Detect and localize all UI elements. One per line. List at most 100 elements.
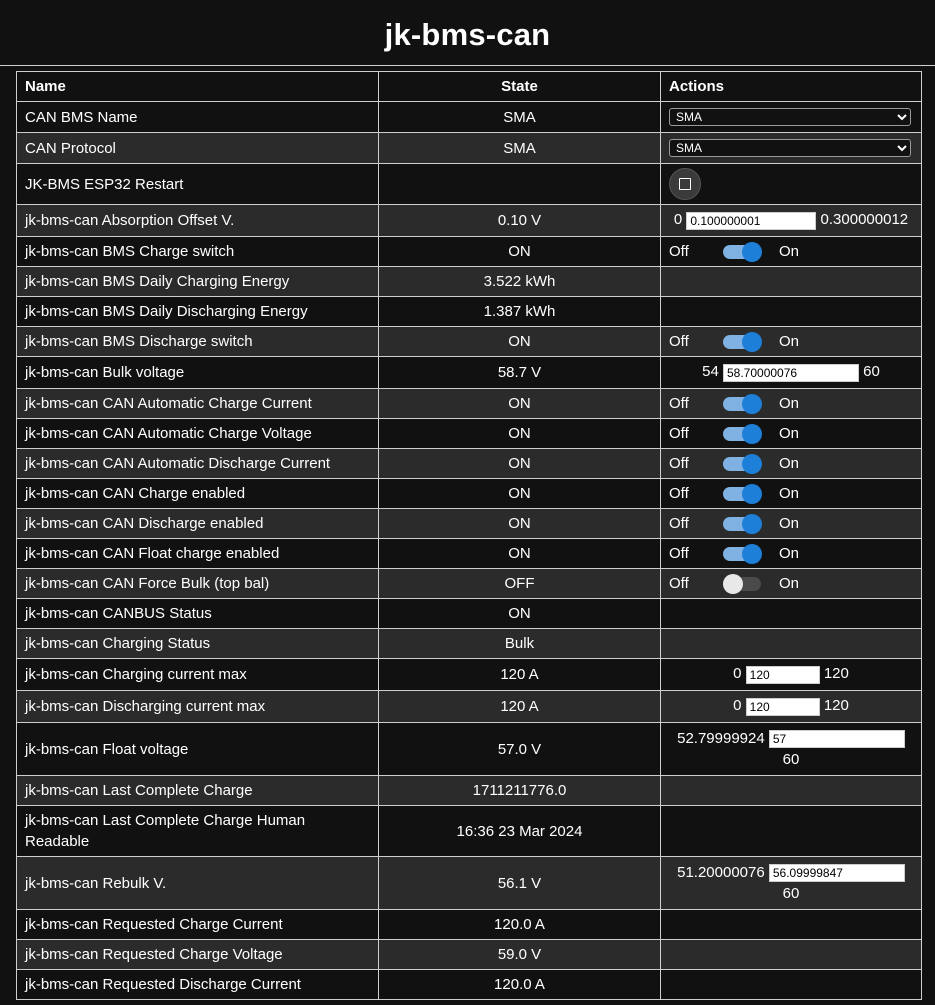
row-actions: Off On [660,508,922,539]
table-row: jk-bms-can CAN Discharge enabled ON Off O… [16,508,922,539]
switch-on-label: On [779,455,800,472]
row-name: jk-bms-can BMS Daily Charging Energy [16,266,379,297]
switch-on-label: On [779,485,800,502]
column-header-state: State [378,71,661,102]
table-row: jk-bms-can Discharging current max 120 A… [16,690,922,723]
row-state: ON [378,418,661,449]
row-state: 59.0 V [378,939,661,970]
row-state: ON [378,448,661,479]
table-row: CAN BMS Name SMA SMA [16,101,922,133]
row-name: jk-bms-can CANBUS Status [16,598,379,629]
row-state: 16:36 23 Mar 2024 [378,805,661,857]
row-actions [660,909,922,940]
row-state: Bulk [378,628,661,659]
row-actions: Off On [660,236,922,267]
row-name: jk-bms-can Charging Status [16,628,379,659]
number-max: 120 [823,665,849,683]
row-name: jk-bms-can CAN Discharge enabled [16,508,379,539]
toggle-switch[interactable] [723,393,762,414]
row-name: jk-bms-can Float voltage [16,722,379,776]
row-state: OFF [378,568,661,599]
row-actions: Off On [660,418,922,449]
stop-icon [679,178,691,190]
number-input[interactable] [686,211,817,230]
table-row: jk-bms-can BMS Daily Discharging Energy … [16,296,922,327]
row-actions [660,628,922,659]
row-name: jk-bms-can BMS Discharge switch [16,326,379,357]
row-state: SMA [378,132,661,164]
bms-name-select[interactable]: SMA [669,108,911,126]
number-input[interactable] [723,363,859,382]
row-name: jk-bms-can Charging current max [16,658,379,691]
number-max: 60 [782,885,800,903]
row-actions [660,775,922,806]
table-row: jk-bms-can CAN Force Bulk (top bal) OFF … [16,568,922,599]
row-actions: Off On [660,538,922,569]
row-actions: 0 120 [660,690,922,723]
row-state: 1711211776.0 [378,775,661,806]
row-actions [660,969,922,1000]
row-name: jk-bms-can Last Complete Charge Human Re… [16,805,379,857]
switch-on-label: On [779,515,800,532]
switch-off-label: Off [669,515,689,532]
switch-on-label: On [779,425,800,442]
row-name: jk-bms-can BMS Charge switch [16,236,379,267]
row-name: jk-bms-can BMS Daily Discharging Energy [16,296,379,327]
number-max: 60 [863,363,880,381]
table-row: jk-bms-can Requested Charge Voltage 59.0… [16,939,922,970]
row-actions [660,805,922,857]
row-name: jk-bms-can Requested Charge Current [16,909,379,940]
restart-button[interactable] [669,168,701,200]
row-state: 56.1 V [378,856,661,910]
row-actions [660,598,922,629]
row-state: 120.0 A [378,909,661,940]
switch-off-label: Off [669,575,689,592]
table-row: jk-bms-can CAN Automatic Discharge Curre… [16,448,922,479]
number-max: 60 [782,751,800,769]
number-min: 0 [733,665,742,683]
row-name: jk-bms-can CAN Automatic Charge Current [16,388,379,419]
table-row: jk-bms-can Last Complete Charge 17112117… [16,775,922,806]
row-actions [660,163,922,205]
row-actions: SMA [660,101,922,133]
toggle-switch[interactable] [723,241,762,262]
row-actions: 0 0.300000012 [660,204,922,237]
row-name: jk-bms-can Last Complete Charge [16,775,379,806]
row-actions: Off On [660,326,922,357]
switch-off-label: Off [669,243,689,260]
protocol-select[interactable]: SMA [669,139,911,157]
table-row: jk-bms-can CAN Charge enabled ON Off On [16,478,922,509]
table-row: jk-bms-can BMS Daily Charging Energy 3.5… [16,266,922,297]
toggle-switch[interactable] [723,453,762,474]
number-input[interactable] [745,665,820,684]
row-state: ON [378,326,661,357]
number-input[interactable] [768,730,905,749]
toggle-switch[interactable] [723,423,762,444]
number-input[interactable] [745,697,820,716]
row-actions: Off On [660,478,922,509]
table-row: jk-bms-can BMS Discharge switch ON Off On [16,326,922,357]
row-actions: 0 120 [660,658,922,691]
table-row: jk-bms-can Charging current max 120 A 0 … [16,658,922,691]
table-row: jk-bms-can CAN Automatic Charge Current … [16,388,922,419]
row-actions: SMA [660,132,922,164]
switch-off-label: Off [669,395,689,412]
page-title: jk-bms-can [384,16,551,52]
row-state [378,163,661,205]
row-name: CAN Protocol [16,132,379,164]
table-row: jk-bms-can BMS Charge switch ON Off On [16,236,922,267]
row-name: jk-bms-can CAN Float charge enabled [16,538,379,569]
switch-on-label: On [779,395,800,412]
row-actions: 51.20000076 60 [660,856,922,910]
row-name: jk-bms-can Discharging current max [16,690,379,723]
table-row: jk-bms-can Bulk voltage 58.7 V 54 60 [16,356,922,389]
number-input[interactable] [768,864,905,883]
toggle-switch[interactable] [723,513,762,534]
toggle-switch[interactable] [723,483,762,504]
toggle-switch[interactable] [723,573,761,594]
number-min: 0 [733,697,742,715]
table-row: jk-bms-can CAN Automatic Charge Voltage … [16,418,922,449]
row-name: jk-bms-can Requested Discharge Current [16,969,379,1000]
toggle-switch[interactable] [723,331,762,352]
toggle-switch[interactable] [723,543,762,564]
